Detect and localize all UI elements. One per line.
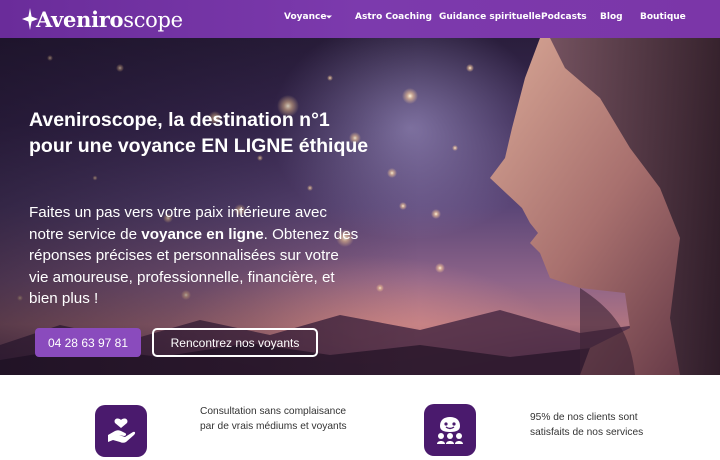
site-logo[interactable]: Aveniroscope — [22, 2, 183, 36]
satisfied-clients-icon — [437, 417, 463, 444]
hero-title: Aveniroscope, la destination n°1 pour un… — [29, 109, 369, 157]
hero-highlight: voyance en ligne — [141, 225, 264, 243]
nav-item-voyance[interactable]: Voyance — [284, 12, 326, 22]
feature-text-2: 95% de nos clients sont satisfaits de no… — [530, 412, 644, 439]
feature-text-1: Consultation sans complaisance par de vr… — [200, 406, 347, 433]
nav-item-podcasts[interactable]: Podcasts — [541, 12, 587, 22]
nav-item-astro-coaching[interactable]: Astro Coaching — [355, 12, 432, 22]
meet-voyants-button[interactable]: Rencontrez nos voyants — [152, 328, 318, 357]
hero-description: Faites un pas vers votre paix intérieure… — [29, 204, 359, 308]
chevron-down-icon[interactable] — [325, 14, 333, 20]
phone-button[interactable]: 04 28 63 97 81 — [35, 328, 141, 357]
logo-text: Aveniroscope — [36, 6, 183, 32]
woman-profile-image — [490, 38, 720, 375]
hero-section: Aveniroscope, la destination n°1 pour un… — [0, 38, 720, 375]
nav-item-guidance-spirituelle[interactable]: Guidance spirituelle — [439, 12, 541, 22]
nav-item-blog[interactable]: Blog — [600, 12, 623, 22]
nav-item-boutique[interactable]: Boutique — [640, 12, 686, 22]
hand-heart-icon — [108, 418, 136, 443]
feature-icon-box-2 — [424, 404, 476, 456]
site-header: Aveniroscope Voyance Astro Coaching Guid… — [0, 0, 720, 38]
feature-icon-box-1 — [95, 405, 147, 457]
